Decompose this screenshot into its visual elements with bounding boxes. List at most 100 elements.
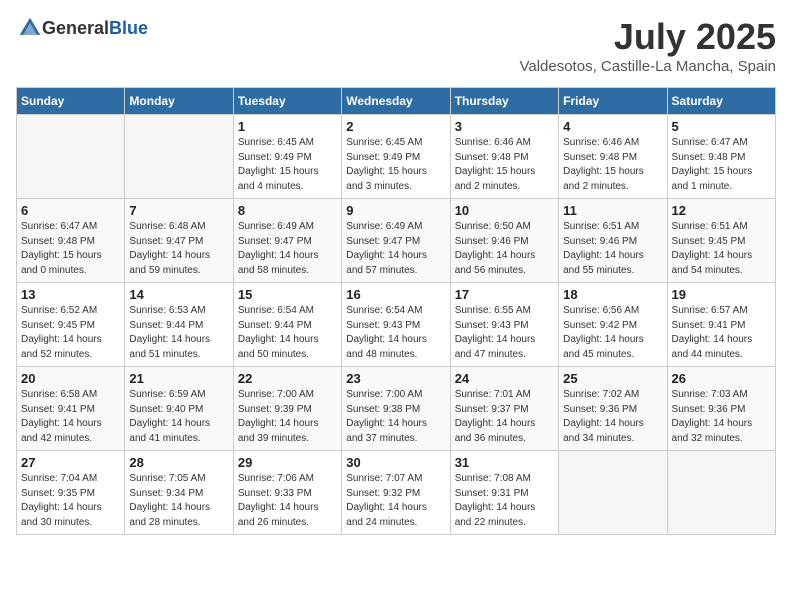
day-detail: Sunrise: 6:46 AMSunset: 9:48 PMDaylight:… xyxy=(455,136,554,194)
day-number: 23 xyxy=(346,371,445,386)
day-number: 19 xyxy=(672,287,771,302)
calendar-cell: 24 Sunrise: 7:01 AMSunset: 9:37 PMDayligh… xyxy=(450,367,558,451)
day-detail: Sunrise: 6:49 AMSunset: 9:47 PMDaylight:… xyxy=(346,220,445,278)
day-detail: Sunrise: 6:50 AMSunset: 9:46 PMDaylight:… xyxy=(455,220,554,278)
calendar-cell: 29Sunrise: 7:06 AMSunset: 9:33 PMDayligh… xyxy=(233,451,341,535)
calendar-cell: 3 Sunrise: 6:46 AMSunset: 9:48 PMDaylight… xyxy=(450,115,558,199)
calendar-week-row: 6 Sunrise: 6:47 AMSunset: 9:48 PMDaylight… xyxy=(17,199,776,283)
logo-icon xyxy=(18,16,42,40)
day-number: 14 xyxy=(129,287,228,302)
day-detail: Sunrise: 6:47 AMSunset: 9:48 PMDaylight:… xyxy=(672,136,771,194)
calendar-cell: 2 Sunrise: 6:45 AMSunset: 9:49 PMDaylight… xyxy=(342,115,450,199)
logo-general-text: General xyxy=(42,18,109,38)
calendar-cell: 10 Sunrise: 6:50 AMSunset: 9:46 PMDayligh… xyxy=(450,199,558,283)
calendar-cell: 26 Sunrise: 7:03 AMSunset: 9:36 PMDayligh… xyxy=(667,367,775,451)
day-detail: Sunrise: 6:49 AMSunset: 9:47 PMDaylight:… xyxy=(238,220,337,278)
calendar-table: SundayMondayTuesdayWednesdayThursdayFrid… xyxy=(16,87,776,535)
calendar-week-row: 20 Sunrise: 6:58 AMSunset: 9:41 PMDayligh… xyxy=(17,367,776,451)
day-detail: Sunrise: 6:59 AMSunset: 9:40 PMDaylight:… xyxy=(129,388,228,446)
day-detail: Sunrise: 6:48 AMSunset: 9:47 PMDaylight:… xyxy=(129,220,228,278)
day-number: 6 xyxy=(21,203,120,218)
day-detail: Sunrise: 6:51 AMSunset: 9:45 PMDaylight:… xyxy=(672,220,771,278)
day-detail: Sunrise: 7:08 AMSunset: 9:31 PMDaylight:… xyxy=(455,472,554,530)
day-number: 11 xyxy=(563,203,662,218)
calendar-week-row: 1Sunrise: 6:45 AMSunset: 9:49 PMDaylight… xyxy=(17,115,776,199)
day-detail: Sunrise: 6:45 AMSunset: 9:49 PMDaylight:… xyxy=(346,136,445,194)
calendar-day-header: Monday xyxy=(125,88,233,115)
calendar-cell: 13Sunrise: 6:52 AMSunset: 9:45 PMDayligh… xyxy=(17,283,125,367)
day-detail: Sunrise: 6:57 AMSunset: 9:41 PMDaylight:… xyxy=(672,304,771,362)
day-detail: Sunrise: 7:07 AMSunset: 9:32 PMDaylight:… xyxy=(346,472,445,530)
day-number: 2 xyxy=(346,119,445,134)
day-number: 22 xyxy=(238,371,337,386)
calendar-cell: 25Sunrise: 7:02 AMSunset: 9:36 PMDayligh… xyxy=(559,367,667,451)
calendar-cell: 22 Sunrise: 7:00 AMSunset: 9:39 PMDayligh… xyxy=(233,367,341,451)
day-number: 7 xyxy=(129,203,228,218)
day-detail: Sunrise: 6:58 AMSunset: 9:41 PMDaylight:… xyxy=(21,388,120,446)
day-number: 18 xyxy=(563,287,662,302)
calendar-cell: 6 Sunrise: 6:47 AMSunset: 9:48 PMDaylight… xyxy=(17,199,125,283)
calendar-cell: 5 Sunrise: 6:47 AMSunset: 9:48 PMDaylight… xyxy=(667,115,775,199)
calendar-cell: 17 Sunrise: 6:55 AMSunset: 9:43 PMDayligh… xyxy=(450,283,558,367)
location-subtitle: Valdesotos, Castille-La Mancha, Spain xyxy=(519,58,776,75)
day-detail: Sunrise: 7:03 AMSunset: 9:36 PMDaylight:… xyxy=(672,388,771,446)
calendar-cell: 21Sunrise: 6:59 AMSunset: 9:40 PMDayligh… xyxy=(125,367,233,451)
day-number: 27 xyxy=(21,455,120,470)
calendar-day-header: Sunday xyxy=(17,88,125,115)
logo: GeneralBlue xyxy=(16,16,148,40)
calendar-cell: 30 Sunrise: 7:07 AMSunset: 9:32 PMDayligh… xyxy=(342,451,450,535)
calendar-cell: 8 Sunrise: 6:49 AMSunset: 9:47 PMDaylight… xyxy=(233,199,341,283)
day-number: 5 xyxy=(672,119,771,134)
day-number: 20 xyxy=(21,371,120,386)
calendar-cell: 4 Sunrise: 6:46 AMSunset: 9:48 PMDaylight… xyxy=(559,115,667,199)
calendar-day-header: Friday xyxy=(559,88,667,115)
day-detail: Sunrise: 6:45 AMSunset: 9:49 PMDaylight:… xyxy=(238,136,337,194)
day-number: 24 xyxy=(455,371,554,386)
calendar-cell xyxy=(17,115,125,199)
day-detail: Sunrise: 6:55 AMSunset: 9:43 PMDaylight:… xyxy=(455,304,554,362)
day-detail: Sunrise: 6:46 AMSunset: 9:48 PMDaylight:… xyxy=(563,136,662,194)
day-number: 30 xyxy=(346,455,445,470)
calendar-header-row: SundayMondayTuesdayWednesdayThursdayFrid… xyxy=(17,88,776,115)
day-detail: Sunrise: 7:00 AMSunset: 9:39 PMDaylight:… xyxy=(238,388,337,446)
day-detail: Sunrise: 7:01 AMSunset: 9:37 PMDaylight:… xyxy=(455,388,554,446)
day-detail: Sunrise: 6:54 AMSunset: 9:44 PMDaylight:… xyxy=(238,304,337,362)
calendar-cell: 12 Sunrise: 6:51 AMSunset: 9:45 PMDayligh… xyxy=(667,199,775,283)
day-detail: Sunrise: 7:00 AMSunset: 9:38 PMDaylight:… xyxy=(346,388,445,446)
calendar-cell xyxy=(667,451,775,535)
calendar-cell: 19 Sunrise: 6:57 AMSunset: 9:41 PMDayligh… xyxy=(667,283,775,367)
calendar-cell: 27 Sunrise: 7:04 AMSunset: 9:35 PMDayligh… xyxy=(17,451,125,535)
calendar-day-header: Tuesday xyxy=(233,88,341,115)
day-detail: Sunrise: 6:47 AMSunset: 9:48 PMDaylight:… xyxy=(21,220,120,278)
calendar-cell: 23 Sunrise: 7:00 AMSunset: 9:38 PMDayligh… xyxy=(342,367,450,451)
day-number: 26 xyxy=(672,371,771,386)
calendar-day-header: Wednesday xyxy=(342,88,450,115)
calendar-day-header: Thursday xyxy=(450,88,558,115)
day-detail: Sunrise: 7:02 AMSunset: 9:36 PMDaylight:… xyxy=(563,388,662,446)
calendar-cell: 16 Sunrise: 6:54 AMSunset: 9:43 PMDayligh… xyxy=(342,283,450,367)
day-detail: Sunrise: 6:54 AMSunset: 9:43 PMDaylight:… xyxy=(346,304,445,362)
calendar-cell: 14 Sunrise: 6:53 AMSunset: 9:44 PMDayligh… xyxy=(125,283,233,367)
day-detail: Sunrise: 6:52 AMSunset: 9:45 PMDaylight:… xyxy=(21,304,120,362)
day-number: 12 xyxy=(672,203,771,218)
day-detail: Sunrise: 6:53 AMSunset: 9:44 PMDaylight:… xyxy=(129,304,228,362)
calendar-cell: 7 Sunrise: 6:48 AMSunset: 9:47 PMDaylight… xyxy=(125,199,233,283)
day-number: 28 xyxy=(129,455,228,470)
month-year-title: July 2025 xyxy=(519,16,776,58)
day-number: 10 xyxy=(455,203,554,218)
calendar-day-header: Saturday xyxy=(667,88,775,115)
day-number: 3 xyxy=(455,119,554,134)
day-detail: Sunrise: 7:06 AMSunset: 9:33 PMDaylight:… xyxy=(238,472,337,530)
day-detail: Sunrise: 7:04 AMSunset: 9:35 PMDaylight:… xyxy=(21,472,120,530)
day-number: 31 xyxy=(455,455,554,470)
day-number: 4 xyxy=(563,119,662,134)
day-number: 9 xyxy=(346,203,445,218)
day-detail: Sunrise: 6:56 AMSunset: 9:42 PMDaylight:… xyxy=(563,304,662,362)
day-detail: Sunrise: 6:51 AMSunset: 9:46 PMDaylight:… xyxy=(563,220,662,278)
calendar-cell: 9 Sunrise: 6:49 AMSunset: 9:47 PMDaylight… xyxy=(342,199,450,283)
day-number: 8 xyxy=(238,203,337,218)
calendar-cell: 1Sunrise: 6:45 AMSunset: 9:49 PMDaylight… xyxy=(233,115,341,199)
calendar-week-row: 27 Sunrise: 7:04 AMSunset: 9:35 PMDayligh… xyxy=(17,451,776,535)
day-number: 16 xyxy=(346,287,445,302)
day-number: 17 xyxy=(455,287,554,302)
